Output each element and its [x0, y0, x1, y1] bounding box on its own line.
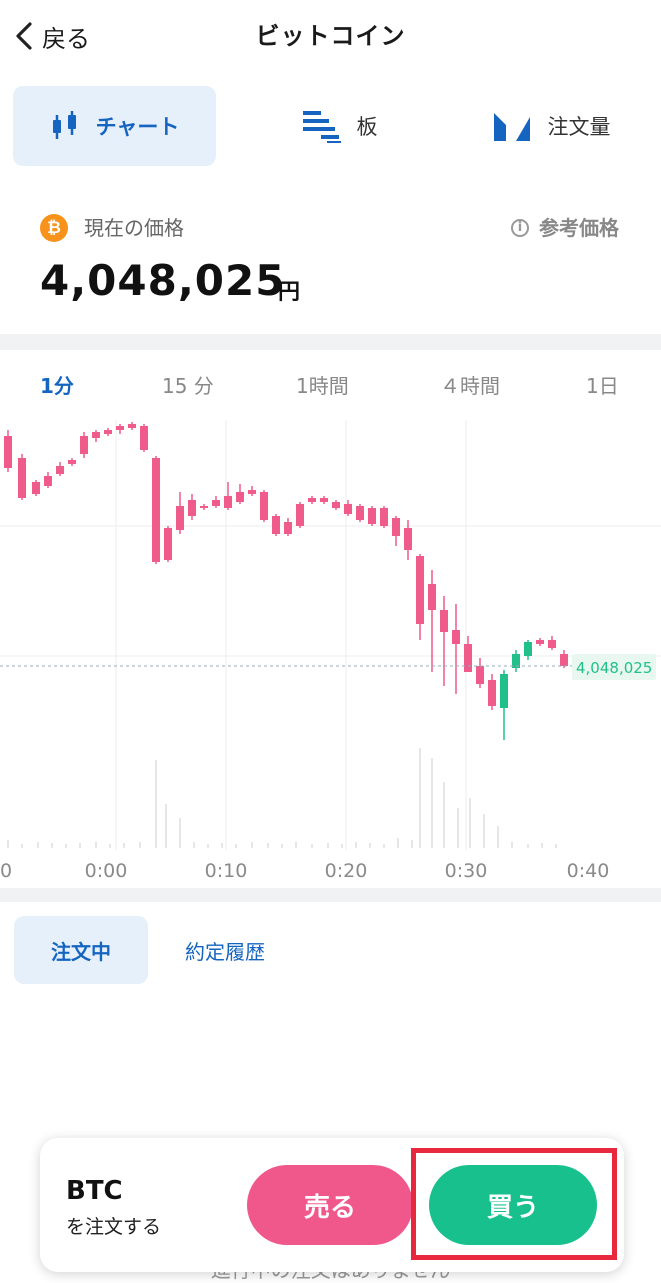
x-tick-label: 0: [0, 860, 12, 882]
timeframe-1hour[interactable]: 1時間: [296, 370, 349, 399]
order-subtitle: を注文する: [66, 1216, 162, 1238]
current-price-label: 現在の価格: [84, 216, 184, 240]
candle-body: [296, 504, 304, 526]
sell-button[interactable]: 売る: [247, 1165, 413, 1245]
page-title: ビットコイン: [255, 22, 406, 50]
x-tick-label: 0:30: [445, 860, 488, 882]
candle-body: [248, 490, 256, 494]
x-tick-label: 0:10: [205, 860, 248, 882]
timeframe-1day[interactable]: 1日: [586, 370, 619, 399]
candle-body: [344, 504, 352, 514]
candle-body: [536, 640, 544, 644]
x-tick-label: 0:20: [325, 860, 368, 882]
current-price-value: 4,048,025: [40, 256, 286, 305]
candle-body: [68, 460, 76, 464]
candle-body: [272, 516, 280, 534]
x-tick-label: 0:40: [567, 860, 610, 882]
candle-body: [440, 610, 448, 632]
candle-body: [380, 508, 388, 526]
candle-body: [200, 506, 208, 508]
candle-body: [332, 502, 340, 508]
candle-body: [356, 506, 364, 520]
candle-body: [404, 528, 412, 550]
timeframe-4hour[interactable]: ４時間: [440, 370, 500, 399]
candle-body: [4, 436, 12, 468]
candle-body: [164, 528, 172, 560]
candle-body: [18, 458, 26, 498]
candle-body: [32, 482, 40, 494]
tab-chart-label: チャート: [95, 115, 180, 139]
candle-body: [284, 522, 292, 534]
candle-body: [488, 680, 496, 706]
bitcoin-icon: ₿: [40, 214, 68, 242]
candle-body: [104, 430, 112, 434]
price-unit: 円: [278, 280, 301, 305]
candle-body: [212, 500, 220, 506]
reference-price-button[interactable]: i 参考価格: [511, 214, 619, 242]
candle-body: [416, 556, 424, 624]
candle-body: [500, 674, 508, 708]
candle-body: [80, 436, 88, 454]
candle-body: [116, 426, 124, 430]
info-icon: i: [511, 219, 529, 237]
candle-body: [44, 476, 52, 486]
current-price-tag-label: 4,048,025: [576, 659, 652, 677]
order-volume-icon: [493, 113, 530, 141]
candle-body: [236, 492, 244, 502]
candle-body: [224, 496, 232, 508]
separator: [0, 888, 661, 902]
candle-body: [464, 644, 472, 672]
candle-body: [560, 654, 568, 666]
tab-chart[interactable]: チャート: [13, 86, 216, 166]
candle-body: [548, 640, 556, 648]
tab-open-orders[interactable]: 注文中: [14, 916, 148, 984]
candle-body: [320, 498, 328, 502]
candle-body: [260, 492, 268, 520]
x-tick-label: 0:00: [85, 860, 128, 882]
candle-body: [92, 432, 100, 438]
candle-body: [140, 426, 148, 450]
candle-body: [428, 584, 436, 610]
timeframe-15min[interactable]: 15 分: [162, 370, 214, 399]
candle-body: [308, 498, 316, 502]
order-symbol: BTC: [66, 1176, 123, 1206]
reference-price-label: 参考価格: [539, 216, 619, 240]
orderbook-icon: [302, 111, 341, 143]
candle-body: [176, 506, 184, 530]
highlight-box: [411, 1148, 617, 1260]
candle-body: [368, 508, 376, 524]
candle-body: [476, 666, 484, 684]
candle-body: [128, 424, 136, 428]
candlestick-icon: [52, 111, 76, 139]
tab-orderbook-label: 板: [356, 115, 378, 139]
candle-body: [452, 630, 460, 644]
candlestick-chart[interactable]: 4,048,025 0 0:00 0:10 0:20 0:30 0:40: [0, 410, 661, 890]
tab-orderbook[interactable]: 板: [280, 86, 400, 166]
candle-body: [188, 500, 196, 516]
separator: [0, 334, 661, 350]
tab-order-volume-label: 注文量: [547, 115, 611, 139]
candle-body: [56, 466, 64, 474]
candle-body: [524, 642, 532, 656]
timeframe-1min[interactable]: 1分: [40, 370, 74, 399]
tab-trade-history[interactable]: 約定履歴: [170, 916, 280, 984]
candle-body: [152, 458, 160, 562]
candle-body: [392, 518, 400, 536]
tab-order-volume[interactable]: 注文量: [472, 86, 632, 166]
